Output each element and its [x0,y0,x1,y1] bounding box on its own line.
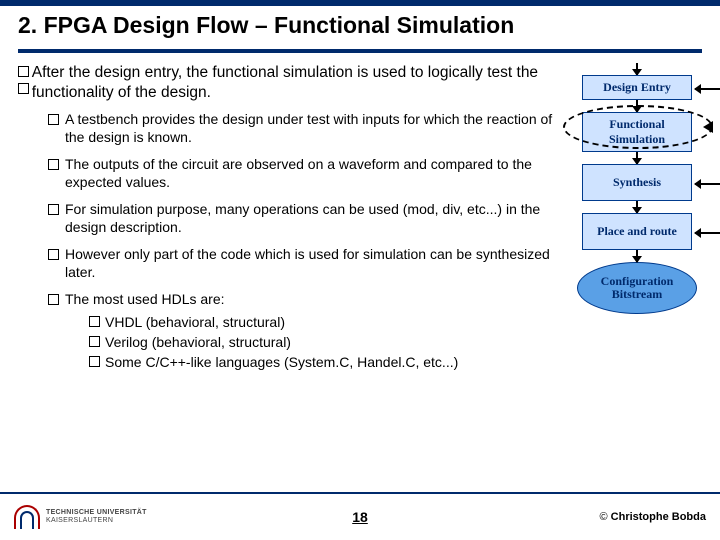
sub-item: Some C/C++-like languages (System.C, Han… [89,353,558,371]
sub-list: VHDL (behavioral, structural) Verilog (b… [65,313,558,372]
diagram-label: Functional Simulation [609,117,665,146]
diagram-label: Place and route [597,224,677,238]
sub-text: Some C/C++-like languages (System.C, Han… [105,353,458,371]
sub-text: Verilog (behavioral, structural) [105,333,291,351]
diagram-box-design-entry: Design Entry [582,75,692,100]
bullet-text: For simulation purpose, many operations … [65,201,558,236]
title-area: 2. FPGA Design Flow – Functional Simulat… [0,6,720,43]
text-column: After the design entry, the functional s… [18,63,562,375]
copyright: © Christophe Bobda [599,511,706,523]
university-logo: TECHNISCHE UNIVERSITÄT KAISERSLAUTERN [14,505,147,529]
checkbox-icon [89,316,100,327]
side-arrow-icon [695,88,720,90]
checkbox-icon [48,204,59,215]
diagram-oval-bitstream: Configuration Bitstream [577,262,697,314]
checkbox-icon [89,336,100,347]
intro-text: After the design entry, the functional s… [32,63,558,103]
sub-text: VHDL (behavioral, structural) [105,313,285,331]
arrow-down-icon [636,250,638,262]
checkbox-icon [18,66,29,77]
intro-paragraph: After the design entry, the functional s… [18,63,558,103]
checkbox-icon [48,249,59,260]
flow-diagram: Design Entry Functional Simulation Synth… [562,63,712,375]
content-row: After the design entry, the functional s… [0,53,720,375]
diagram-label: Configuration Bitstream [582,275,692,301]
arrow-down-icon [636,152,638,164]
bullet-list: A testbench provides the design under te… [18,111,558,373]
diagram-label: Design Entry [603,80,671,94]
side-arrow-icon [695,183,720,185]
arrow-down-icon [636,201,638,213]
bullet-text: A testbench provides the design under te… [65,111,558,146]
sub-item: VHDL (behavioral, structural) [89,313,558,331]
copyright-name: Christophe Bobda [611,511,706,523]
list-item: The most used HDLs are: VHDL (behavioral… [48,291,558,373]
list-item: However only part of the code which is u… [48,246,558,281]
arrow-down-icon [636,63,638,75]
bullet-text: The outputs of the circuit are observed … [65,156,558,191]
arrow-down-icon [636,100,638,112]
diagram-box-functional-simulation: Functional Simulation [582,112,692,152]
checkbox-icon [89,356,100,367]
checkbox-icon [48,159,59,170]
checkbox-icon [18,83,29,94]
checkbox-icon [48,114,59,125]
diagram-box-synthesis: Synthesis [582,164,692,201]
diagram-box-place-route: Place and route [582,213,692,250]
checkbox-icon [48,294,59,305]
slide-title: 2. FPGA Design Flow – Functional Simulat… [18,12,702,39]
uni-line-2: KAISERSLAUTERN [46,517,147,525]
bullet-text: The most used HDLs are: [65,291,225,307]
diagram-label: Synthesis [613,175,661,189]
list-item: For simulation purpose, many operations … [48,201,558,236]
copyright-symbol: © [599,511,607,523]
list-item: A testbench provides the design under te… [48,111,558,146]
list-item: The outputs of the circuit are observed … [48,156,558,191]
logo-text: TECHNISCHE UNIVERSITÄT KAISERSLAUTERN [46,509,147,524]
uni-line-1: TECHNISCHE UNIVERSITÄT [46,509,147,517]
pointer-icon [703,121,713,133]
logo-gate-icon [14,505,40,529]
footer: TECHNISCHE UNIVERSITÄT KAISERSLAUTERN 18… [0,492,720,540]
bullet-text: However only part of the code which is u… [65,246,558,281]
sub-item: Verilog (behavioral, structural) [89,333,558,351]
page-number: 18 [352,509,368,525]
side-arrow-icon [695,232,720,234]
